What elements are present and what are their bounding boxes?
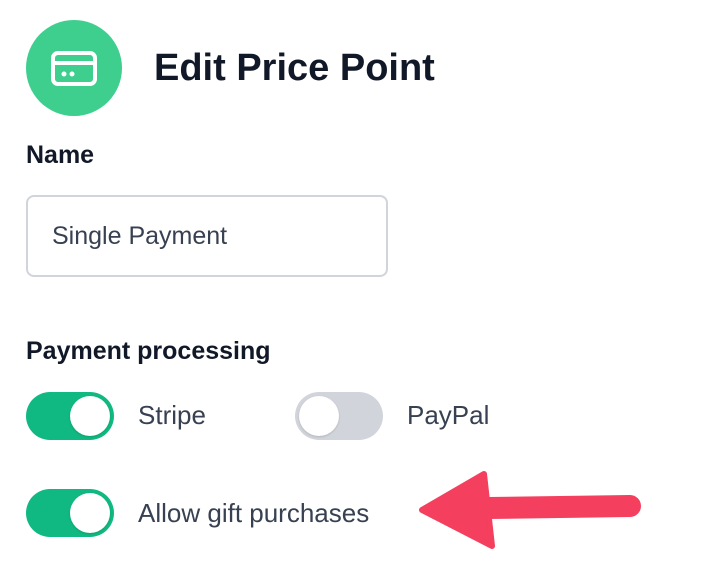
stripe-toggle[interactable] [26, 392, 114, 440]
payment-processing-label: Payment processing [26, 337, 271, 365]
name-input[interactable] [26, 195, 388, 277]
allow-gift-purchases-toggle[interactable] [26, 489, 114, 537]
paypal-label: PayPal [407, 400, 490, 430]
page-title: Edit Price Point [154, 47, 435, 89]
annotation-arrow-icon [419, 471, 641, 549]
price-point-icon-badge [26, 20, 122, 116]
stripe-label: Stripe [138, 400, 206, 430]
toggle-knob [70, 396, 110, 436]
credit-card-icon [51, 51, 97, 86]
toggle-knob [299, 396, 339, 436]
name-label: Name [26, 141, 95, 169]
toggle-knob [70, 493, 110, 533]
allow-gift-purchases-label: Allow gift purchases [138, 498, 370, 528]
paypal-toggle[interactable] [295, 392, 383, 440]
